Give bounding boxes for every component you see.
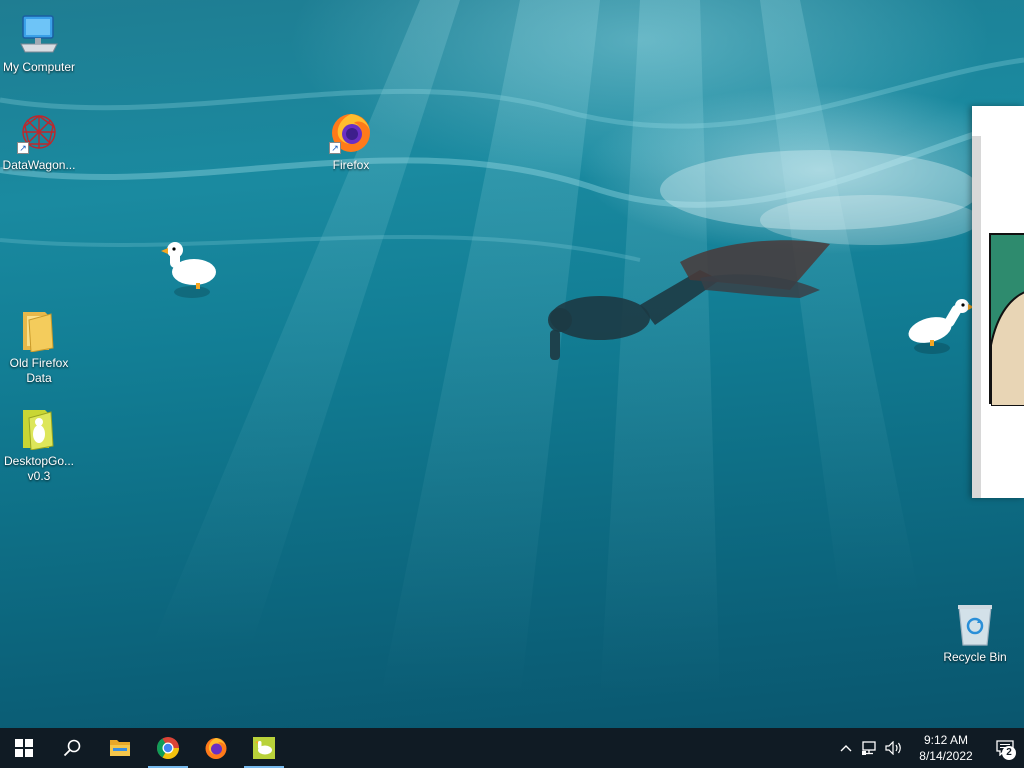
taskbar-firefox[interactable] bbox=[192, 728, 240, 768]
desktop-icon-firefox[interactable]: ↗ Firefox bbox=[312, 108, 390, 173]
clock[interactable]: 9:12 AM 8/14/2022 bbox=[906, 732, 986, 764]
datawagon-icon: ↗ bbox=[15, 108, 63, 156]
search-button[interactable] bbox=[48, 728, 96, 768]
taskbar-chrome[interactable] bbox=[144, 728, 192, 768]
search-icon bbox=[63, 739, 81, 757]
desktop-icon-label: Recycle Bin bbox=[943, 650, 1007, 664]
recycle-bin-icon bbox=[951, 600, 999, 648]
desktop[interactable]: My Computer ↗ DataWagon... ↗ Firefox Old… bbox=[0, 0, 1024, 728]
network-button[interactable] bbox=[858, 728, 882, 768]
window-border-strip bbox=[972, 136, 981, 498]
folder-icon bbox=[15, 306, 63, 354]
network-icon bbox=[862, 741, 876, 755]
goose-icon bbox=[253, 737, 275, 759]
volume-button[interactable] bbox=[882, 728, 906, 768]
taskbar-desktop-goose[interactable] bbox=[240, 728, 288, 768]
diver-silhouette bbox=[548, 240, 830, 360]
goose-folder-icon bbox=[15, 404, 63, 452]
taskbar: 9:12 AM 8/14/2022 2 bbox=[0, 728, 1024, 768]
desktop-icon-recycle-bin[interactable]: Recycle Bin bbox=[936, 600, 1014, 665]
wallpaper-decoration bbox=[0, 0, 1024, 700]
clock-time: 9:12 AM bbox=[923, 733, 969, 747]
chrome-icon bbox=[157, 737, 179, 759]
desktop-icon-label: My Computer bbox=[2, 60, 76, 74]
computer-icon bbox=[15, 10, 63, 58]
notification-count-badge: 2 bbox=[1002, 746, 1016, 760]
folder-icon bbox=[110, 740, 130, 756]
shortcut-arrow-icon: ↗ bbox=[17, 142, 29, 154]
firefox-icon: ↗ bbox=[327, 108, 375, 156]
clock-date: 8/14/2022 bbox=[919, 749, 973, 763]
action-center-button[interactable]: 2 bbox=[986, 728, 1024, 768]
desktop-icon-label: Firefox bbox=[332, 158, 370, 172]
desktop-icon-label: Old Firefox Data bbox=[9, 356, 69, 385]
chevron-up-icon bbox=[840, 745, 852, 752]
desktop-icon-label: DataWagon... bbox=[2, 158, 76, 172]
shortcut-arrow-icon: ↗ bbox=[329, 142, 341, 154]
desktop-icon-my-computer[interactable]: My Computer bbox=[0, 10, 78, 75]
desktop-icon-desktop-goose[interactable]: DesktopGo... v0.3 bbox=[0, 404, 78, 484]
window-content-panel bbox=[989, 233, 1024, 406]
desktop-icon-datawagon[interactable]: ↗ DataWagon... bbox=[0, 108, 78, 173]
partial-window[interactable] bbox=[972, 106, 1024, 498]
speaker-icon bbox=[885, 741, 901, 755]
windows-logo-icon bbox=[15, 739, 33, 757]
desktop-icon-label: DesktopGo... v0.3 bbox=[3, 454, 75, 483]
system-tray: 9:12 AM 8/14/2022 2 bbox=[834, 728, 1024, 768]
desktop-icon-old-firefox-data[interactable]: Old Firefox Data bbox=[0, 306, 78, 386]
start-button[interactable] bbox=[0, 728, 48, 768]
show-hidden-icons-button[interactable] bbox=[834, 728, 858, 768]
taskbar-file-explorer[interactable] bbox=[96, 728, 144, 768]
goose-sprite[interactable] bbox=[904, 296, 974, 358]
goose-sprite[interactable] bbox=[158, 240, 220, 302]
firefox-icon bbox=[205, 738, 227, 759]
